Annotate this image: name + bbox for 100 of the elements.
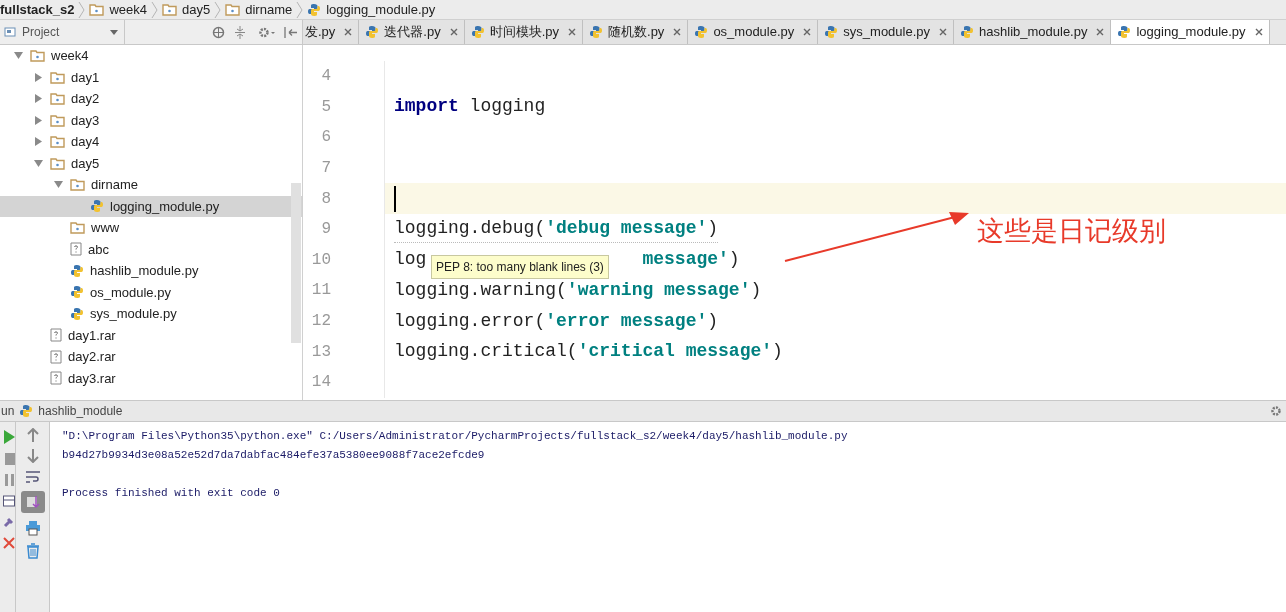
line-number: 12 [311, 311, 331, 333]
breadcrumb-item[interactable]: logging_module.py [307, 0, 436, 20]
breadcrumb-item[interactable]: dirname [225, 0, 293, 20]
line-number: 9 [321, 219, 331, 241]
tree-label: day4 [71, 133, 100, 151]
close-icon[interactable] [449, 28, 458, 36]
line-number: 10 [311, 249, 331, 271]
tree-label: sys_module.py [90, 305, 177, 323]
settings-icon[interactable] [1270, 405, 1282, 417]
tree-item[interactable]: logging_module.py [0, 195, 302, 217]
close-icon[interactable] [939, 28, 948, 36]
close-icon[interactable] [673, 28, 682, 36]
close-icon[interactable] [568, 28, 577, 36]
tree-item[interactable]: day1.rar [0, 324, 302, 346]
tree-item[interactable]: day3 [0, 109, 302, 131]
folder-icon [50, 92, 65, 106]
tree-item[interactable]: week4 [0, 45, 302, 67]
annotation-text: 这些是日记级别 [977, 214, 1166, 248]
tree-label: day3 [71, 111, 100, 130]
tree-label: day5 [71, 154, 100, 173]
trash-icon[interactable] [25, 543, 40, 559]
tree-label: day3.rar [68, 369, 116, 388]
code-line: logging.critical('critical message') [394, 340, 783, 364]
folder-icon [162, 3, 177, 16]
line-number: 5 [321, 96, 331, 118]
editor-tab[interactable]: 发.py [303, 20, 360, 44]
python-file-icon [824, 25, 839, 39]
code-line: logging.debug('debug message') [394, 215, 719, 244]
tree-label: abc [88, 240, 109, 259]
scrollbar[interactable] [291, 183, 301, 343]
locate-icon[interactable] [212, 25, 225, 39]
expand-arrow-icon[interactable] [33, 72, 43, 82]
line-number: 7 [321, 158, 331, 180]
tree-item[interactable]: abc [0, 238, 302, 260]
close-icon[interactable] [1096, 28, 1105, 36]
editor-tab[interactable]: 随机数.py [583, 20, 689, 44]
scroll-to-end-toggle[interactable] [20, 491, 45, 513]
line-number: 14 [311, 372, 331, 394]
soft-wrap-icon[interactable] [24, 470, 41, 484]
python-file-icon [470, 25, 485, 39]
console-line: "D:\Program Files\Python35\python.exe" C:/Users/Administrator/PycharmProjects/fullstack_s2/week4/day5/hashlib_module.py [62, 429, 848, 445]
pause-icon[interactable] [5, 474, 15, 486]
editor-tab[interactable]: 迭代器.py [359, 20, 465, 44]
expand-arrow-icon[interactable] [33, 94, 43, 104]
editor-tab[interactable]: sys_module.py [818, 20, 955, 44]
caret-icon [110, 29, 118, 35]
tree-item[interactable]: day2 [0, 88, 302, 110]
close-icon[interactable] [344, 28, 353, 36]
tree-item[interactable]: sys_module.py [0, 303, 302, 325]
python-file-icon [70, 263, 84, 278]
editor-tab[interactable]: 时间模块.py [464, 20, 584, 44]
collapse-arrow-icon[interactable] [53, 180, 63, 190]
tree-item[interactable]: www [0, 217, 302, 239]
tree-item[interactable]: os_module.py [0, 281, 302, 303]
python-file-icon [694, 25, 709, 39]
project-icon [4, 26, 16, 38]
collapse-arrow-icon[interactable] [33, 158, 43, 168]
tree-item[interactable]: day2.rar [0, 346, 302, 368]
chevron-icon [296, 0, 304, 19]
editor-tab[interactable]: logging_module.py [1111, 20, 1270, 44]
scroll-to-end-icon [25, 495, 40, 509]
down-arrow-icon[interactable] [26, 449, 39, 463]
tree-item[interactable]: day1 [0, 66, 302, 88]
tree-label: logging_module.py [110, 197, 220, 216]
folder-icon [225, 3, 241, 16]
folder-icon [70, 178, 85, 192]
folder-icon [70, 221, 85, 235]
editor-tab[interactable]: hashlib_module.py [954, 20, 1112, 44]
plug-icon[interactable] [3, 516, 15, 528]
folder-icon [50, 70, 65, 84]
up-arrow-icon[interactable] [26, 428, 39, 442]
chevron-icon [151, 0, 158, 19]
tree-item[interactable]: day3.rar [0, 367, 302, 389]
breadcrumb-item[interactable]: fullstack_s2 [0, 0, 75, 20]
tree-item[interactable]: dirname [0, 174, 302, 196]
breadcrumb-item[interactable]: week4 [89, 0, 147, 20]
editor-tab[interactable]: os_module.py [688, 20, 819, 44]
code-text: ) [728, 248, 740, 272]
collapse-all-icon[interactable] [234, 25, 246, 39]
python-file-icon [1117, 25, 1132, 39]
hide-panel-icon[interactable] [284, 25, 298, 39]
expand-arrow-icon[interactable] [33, 115, 43, 125]
collapse-arrow-icon[interactable] [13, 51, 23, 61]
print-icon[interactable] [24, 520, 41, 536]
tooltip: PEP 8: too many blank lines (3) [431, 255, 609, 279]
tree-item[interactable]: day5 [0, 152, 302, 174]
folder-icon [50, 156, 65, 170]
tree-item[interactable]: hashlib_module.py [0, 260, 302, 282]
breadcrumb-item[interactable]: day5 [162, 0, 211, 20]
console-line: Process finished with exit code 0 [62, 486, 280, 502]
run-panel-header: un hashlib_module [0, 400, 1286, 422]
tree-label: dirname [91, 176, 138, 194]
settings-icon[interactable] [258, 25, 276, 39]
close-icon[interactable] [3, 537, 15, 549]
tree-item[interactable]: day4 [0, 131, 302, 153]
close-icon[interactable] [803, 28, 812, 36]
close-icon[interactable] [1254, 28, 1263, 36]
expand-arrow-icon[interactable] [33, 137, 43, 147]
layout-icon[interactable] [3, 495, 15, 507]
chevron-icon [214, 0, 222, 19]
